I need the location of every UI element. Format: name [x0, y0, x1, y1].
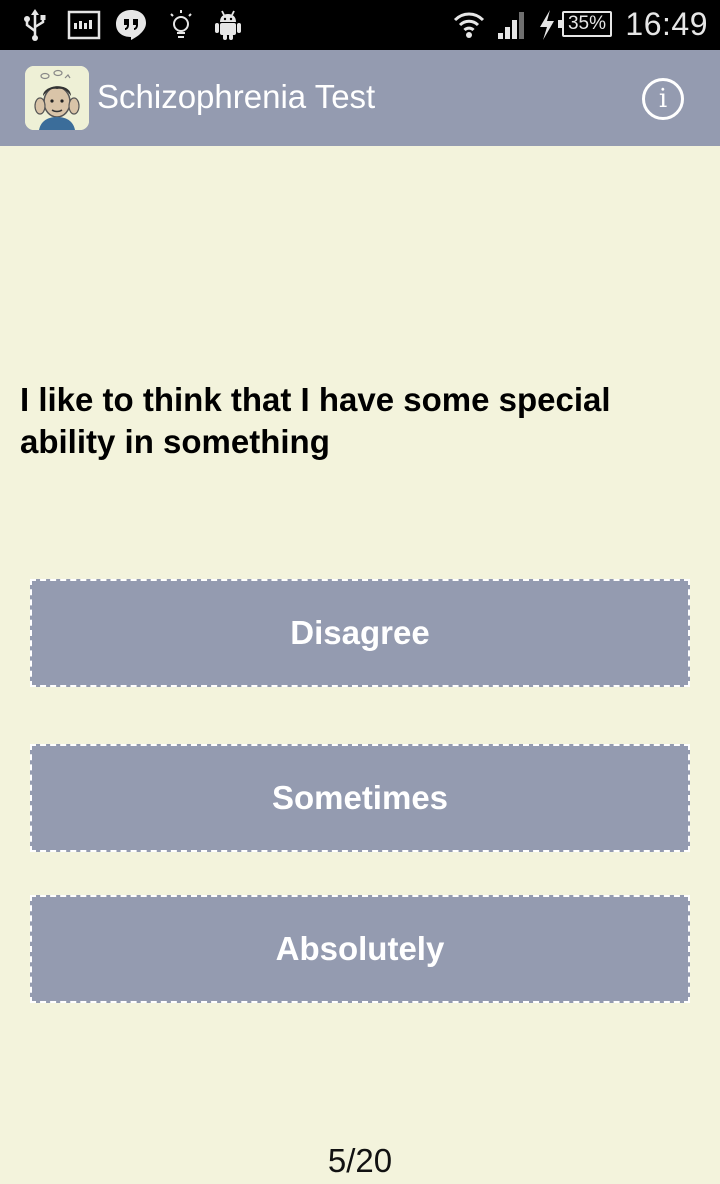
answer-absolutely-button[interactable]: Absolutely	[30, 895, 690, 1003]
cell-signal-icon	[498, 12, 524, 39]
info-icon: i	[658, 84, 668, 114]
answer-sometimes-button[interactable]: Sometimes	[30, 744, 690, 852]
status-bar: 35% 16:49	[0, 0, 720, 50]
usb-icon	[24, 9, 46, 41]
question-text: I like to think that I have some special…	[20, 381, 611, 460]
hangouts-icon	[116, 10, 146, 40]
answer-label: Disagree	[290, 614, 430, 651]
android-icon	[215, 10, 241, 40]
charging-icon	[540, 10, 554, 40]
answer-label: Absolutely	[275, 930, 445, 967]
answer-disagree-button[interactable]: Disagree	[30, 579, 690, 687]
question-progress: 5/20	[327, 1142, 393, 1179]
app-logo-icon	[25, 66, 89, 130]
clock: 16:49	[625, 6, 708, 42]
action-bar: Schizophrenia Test i	[0, 50, 720, 146]
app-title: Schizophrenia Test	[97, 78, 376, 115]
battery-icon: 35%	[558, 11, 612, 37]
signal-meter-icon	[67, 10, 101, 40]
wifi-icon	[453, 12, 485, 38]
lightbulb-icon	[170, 10, 192, 38]
answer-label: Sometimes	[271, 779, 449, 816]
info-button[interactable]: i	[642, 78, 684, 120]
